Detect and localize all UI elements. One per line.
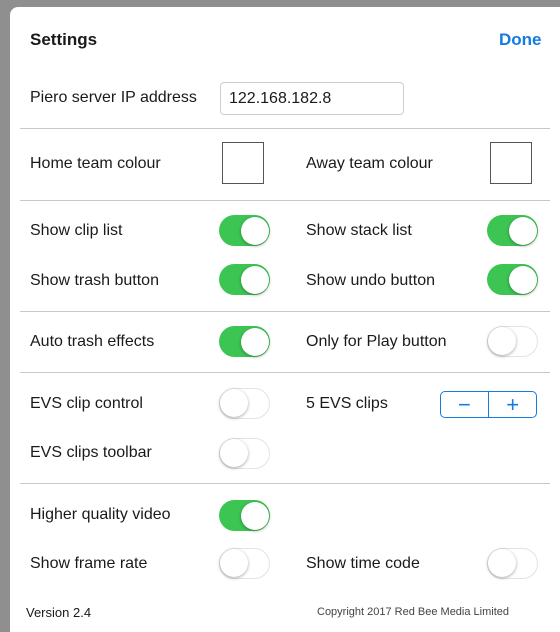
show-trash-button-label: Show trash button	[30, 272, 159, 289]
show-trash-button-toggle[interactable]	[219, 264, 270, 295]
server-ip-input[interactable]	[220, 82, 404, 115]
divider	[20, 483, 550, 484]
increment-button[interactable]: +	[489, 392, 536, 417]
toggle-knob	[220, 389, 248, 417]
home-colour-label: Home team colour	[30, 155, 161, 172]
toggle-knob	[508, 265, 537, 294]
divider	[20, 372, 550, 373]
decrement-button[interactable]: −	[441, 392, 488, 417]
show-clip-list-label: Show clip list	[30, 222, 123, 239]
show-clip-list-toggle[interactable]	[219, 215, 270, 246]
toggle-knob	[220, 439, 248, 467]
show-stack-list-toggle[interactable]	[487, 215, 538, 246]
away-colour-label: Away team colour	[306, 155, 433, 172]
show-frame-rate-label: Show frame rate	[30, 555, 148, 572]
page-title: Settings	[30, 30, 98, 49]
divider	[20, 128, 550, 129]
evs-clip-control-label: EVS clip control	[30, 395, 143, 412]
toggle-knob	[508, 216, 537, 245]
toggle-knob	[488, 549, 516, 577]
show-undo-button-toggle[interactable]	[487, 264, 538, 295]
toggle-knob	[240, 327, 269, 356]
evs-clips-stepper: − +	[440, 391, 537, 418]
toggle-knob	[488, 327, 516, 355]
away-colour-swatch[interactable]	[490, 142, 532, 184]
evs-clip-control-toggle[interactable]	[219, 388, 270, 419]
evs-clips-toolbar-label: EVS clips toolbar	[30, 444, 152, 461]
show-undo-button-label: Show undo button	[306, 272, 435, 289]
auto-trash-effects-label: Auto trash effects	[30, 333, 155, 350]
version-text: Version 2.4	[26, 605, 92, 620]
toggle-knob	[240, 501, 269, 530]
show-frame-rate-toggle[interactable]	[219, 548, 270, 579]
higher-quality-video-toggle[interactable]	[219, 500, 270, 531]
evs-clips-count-label: 5 EVS clips	[306, 395, 388, 412]
done-button[interactable]: Done	[499, 30, 542, 50]
only-for-play-button-toggle[interactable]	[487, 326, 538, 357]
home-colour-swatch[interactable]	[222, 142, 264, 184]
copyright-text: Copyright 2017 Red Bee Media Limited	[317, 606, 510, 618]
show-time-code-toggle[interactable]	[487, 548, 538, 579]
toggle-knob	[240, 216, 269, 245]
only-for-play-button-label: Only for Play button	[306, 333, 447, 350]
toggle-knob	[240, 265, 269, 294]
server-ip-label: Piero server IP address	[30, 89, 197, 106]
toggle-knob	[220, 549, 248, 577]
divider	[20, 200, 550, 201]
higher-quality-video-label: Higher quality video	[30, 506, 171, 523]
show-stack-list-label: Show stack list	[306, 222, 412, 239]
divider	[20, 311, 550, 312]
auto-trash-effects-toggle[interactable]	[219, 326, 270, 357]
evs-clips-toolbar-toggle[interactable]	[219, 438, 270, 469]
settings-panel: Settings Done Piero server IP address Ho…	[10, 7, 560, 632]
show-time-code-label: Show time code	[306, 555, 420, 572]
